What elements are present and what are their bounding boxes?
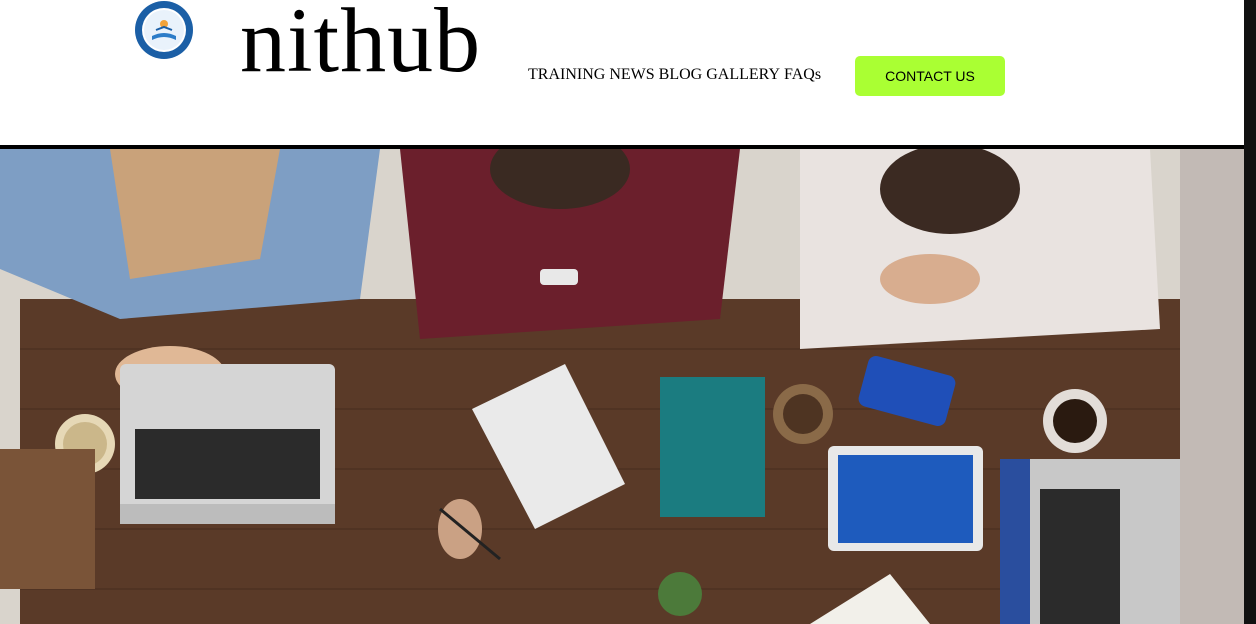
nav-item-training[interactable]: TRAINING: [528, 66, 605, 84]
brand-wordmark[interactable]: nithub: [240, 0, 481, 86]
nav-item-faqs[interactable]: FAQs: [784, 66, 821, 84]
hero-image: [0, 149, 1244, 624]
site-header: nithub TRAINING NEWS BLOG GALLERY FAQs C…: [0, 0, 1244, 145]
company-logo[interactable]: [134, 0, 194, 60]
window-edge: [1244, 0, 1256, 624]
main-nav: TRAINING NEWS BLOG GALLERY FAQs: [528, 66, 821, 84]
contact-us-button[interactable]: CONTACT US: [855, 56, 1005, 96]
nav-item-news[interactable]: NEWS: [609, 66, 654, 84]
nav-item-blog[interactable]: BLOG: [659, 66, 703, 84]
nav-item-gallery[interactable]: GALLERY: [706, 66, 780, 84]
